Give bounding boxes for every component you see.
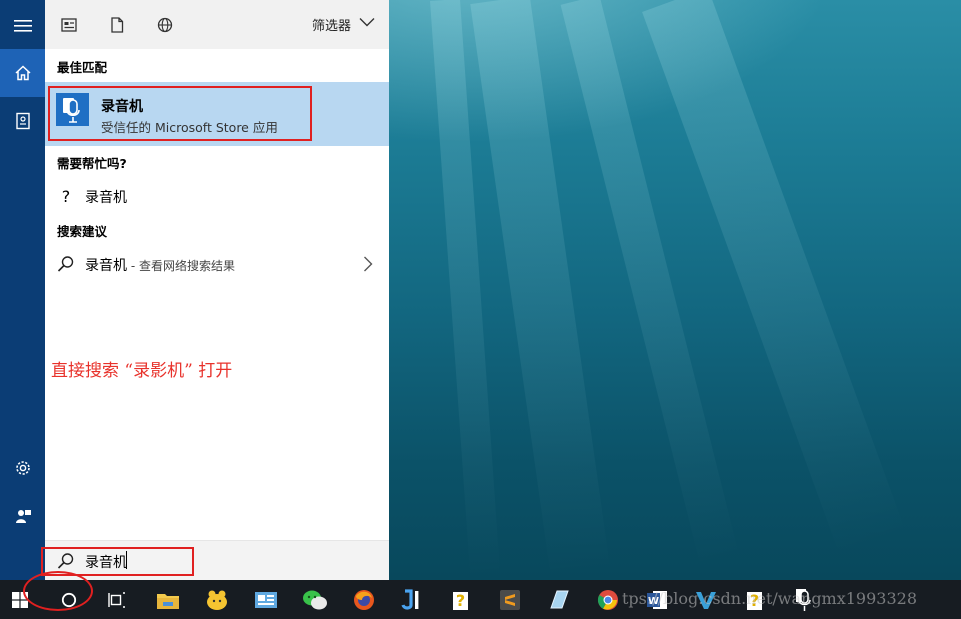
app-yellow-button[interactable] (201, 584, 233, 616)
feedback-button[interactable] (0, 492, 45, 540)
wechat-button[interactable] (299, 584, 331, 616)
search-icon (56, 254, 76, 274)
documents-filter-button[interactable] (106, 14, 128, 36)
watermark-text: tps://blog.csdn.net/wangmx1993328 (622, 589, 918, 608)
sublime-icon (500, 590, 520, 610)
cortana-highlight-circle (23, 571, 93, 611)
settings-button[interactable] (0, 444, 45, 492)
app-blue-button[interactable] (250, 584, 282, 616)
jetbrains-button[interactable] (396, 584, 428, 616)
apps-filter-button[interactable] (58, 14, 80, 36)
web-suggestion-result[interactable]: 录音机 - 查看网络搜索结果 (45, 246, 389, 282)
search-panel: 筛选器 最佳匹配 录音机 受信任的 Microsoft Store 应用 需要帮… (41, 0, 389, 580)
web-icon (157, 17, 173, 33)
svg-text:?: ? (456, 591, 465, 610)
file-explorer-button[interactable] (152, 584, 184, 616)
notebook-icon (15, 112, 30, 130)
menu-button[interactable] (0, 2, 45, 50)
filter-dropdown-label[interactable]: 筛选器 (312, 15, 351, 34)
sublime-button[interactable] (494, 584, 526, 616)
file-explorer-icon (157, 594, 179, 609)
settings-icon (15, 461, 30, 475)
suggestion-text: 录音机 - 查看网络搜索结果 (85, 255, 235, 275)
home-icon (14, 65, 31, 81)
notes-icon (550, 590, 569, 609)
filter-bar: 筛选器 (45, 0, 389, 49)
suggestion-description: - 查看网络搜索结果 (127, 259, 235, 273)
annotation-note: 直接搜索 “录影机” 打开 (51, 361, 233, 381)
start-rail (0, 0, 45, 580)
document-icon (111, 17, 124, 33)
feedback-icon (15, 510, 31, 523)
jetbrains-icon (401, 589, 419, 610)
home-button[interactable] (0, 49, 45, 97)
highlight-box (48, 86, 312, 141)
question-icon: ? (61, 186, 71, 206)
chrome-icon (597, 590, 618, 610)
chrome-button[interactable] (592, 584, 624, 616)
notes-button[interactable] (543, 584, 575, 616)
app-blue-icon (255, 592, 277, 608)
help-app-icon: ? (453, 591, 468, 610)
best-match-heading: 最佳匹配 (57, 60, 108, 75)
wechat-icon (303, 590, 327, 610)
help-result-label: 录音机 (85, 190, 127, 206)
chevron-down-icon[interactable] (359, 17, 375, 27)
best-match-result[interactable]: 录音机 受信任的 Microsoft Store 应用 (45, 82, 389, 146)
task-view-icon (108, 592, 125, 608)
menu-icon (13, 20, 32, 32)
apps-icon (61, 18, 77, 32)
suggestions-heading: 搜索建议 (57, 224, 108, 239)
help-app-button[interactable]: ? (445, 584, 477, 616)
app-yellow-icon (207, 590, 227, 610)
notebook-button[interactable] (0, 97, 45, 145)
help-heading: 需要帮忙吗? (57, 156, 127, 171)
help-result[interactable]: ? 录音机 (45, 178, 389, 214)
task-view-button[interactable] (101, 584, 133, 616)
search-box[interactable]: 录音机 (41, 540, 389, 580)
firefox-button[interactable] (348, 584, 380, 616)
suggestion-query: 录音机 (85, 258, 127, 274)
firefox-icon (354, 590, 374, 610)
chevron-right-icon[interactable] (363, 256, 373, 272)
web-filter-button[interactable] (154, 14, 176, 36)
